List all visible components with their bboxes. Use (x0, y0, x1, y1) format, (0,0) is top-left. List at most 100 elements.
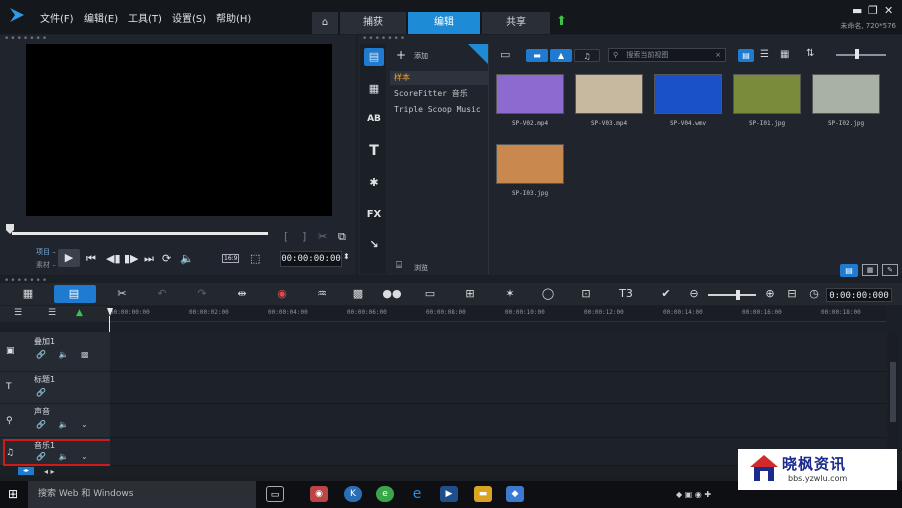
filter-fx-icon[interactable]: FX (364, 206, 384, 224)
pan-zoom-icon[interactable]: ⊡ (576, 287, 596, 300)
mask-creator-icon[interactable]: ◯ (538, 287, 558, 300)
title-track-area[interactable] (110, 372, 886, 404)
transition-icon[interactable]: AB (364, 110, 384, 128)
link-icon[interactable]: 🔗 (36, 420, 46, 429)
smart-proxy-icon[interactable]: ✔ (656, 287, 676, 300)
overlay-track-area[interactable] (110, 332, 886, 372)
timecode-stepper[interactable]: ⬍ (343, 252, 350, 261)
3d-title-icon[interactable]: T3 (616, 287, 636, 300)
upload-arrow-icon[interactable]: ⬆ (556, 14, 567, 29)
video-studio-icon[interactable]: ▶ (440, 486, 458, 502)
undo-icon[interactable]: ↶ (152, 287, 172, 300)
taskbar-search[interactable]: 搜索 Web 和 Windows (28, 481, 256, 508)
track-manager-icon[interactable]: ☰ (14, 308, 22, 318)
scroll-arrows-icon[interactable]: ◂ ▸ (44, 467, 55, 476)
next-frame-icon[interactable]: ▮▶ (124, 252, 139, 265)
home-start-icon[interactable]: ⏮ (86, 252, 96, 266)
link-icon[interactable]: 🔗 (36, 388, 46, 397)
show-audio-toggle[interactable]: ♫ (574, 49, 600, 62)
zoom-in-icon[interactable]: ⊕ (760, 287, 780, 300)
grid-view-icon[interactable]: ▦ (780, 49, 789, 60)
add-folder-label[interactable]: 添加 (414, 51, 428, 61)
timeline-timecode[interactable]: 0:00:00:000 (826, 288, 892, 302)
split-clip-icon[interactable]: ✂ (318, 230, 327, 243)
time-ruler[interactable]: 00:00:00:00 00:00:02:00 00:00:04:00 00:00:0… (110, 306, 886, 322)
voice-track-area[interactable] (110, 404, 886, 438)
enlarge-preview-icon[interactable]: ⧉ (338, 230, 346, 244)
menu-file[interactable]: 文件(F) (40, 10, 74, 25)
browse-icon[interactable]: ⌸ (396, 260, 402, 271)
multi-camera-icon[interactable]: ⊞ (460, 287, 480, 300)
title-icon[interactable]: T (364, 142, 384, 160)
list-view-icon[interactable]: ☰ (760, 49, 769, 60)
preview-timecode[interactable]: 00:00:00:00 (280, 251, 342, 267)
media-thumbnail[interactable]: SP-I03.jpg (492, 142, 568, 210)
file-explorer-icon[interactable]: ▬ (474, 486, 492, 502)
zoom-slider[interactable] (708, 294, 756, 296)
sound-mixer-icon[interactable]: ♒ (312, 287, 332, 300)
repeat-icon[interactable]: ⟳ (162, 252, 171, 265)
play-button[interactable]: ▶ (58, 249, 80, 267)
storyboard-view-icon[interactable]: ▦ (18, 287, 38, 300)
prev-frame-icon[interactable]: ◀▮ (106, 252, 121, 265)
browse-label[interactable]: 浏览 (414, 263, 428, 273)
media-thumbnail[interactable]: SP-V03.mp4 (571, 72, 647, 140)
show-photo-toggle[interactable]: ▲ (550, 49, 572, 62)
app-icon[interactable]: ◆ (506, 486, 524, 502)
zoom-handle[interactable] (736, 290, 740, 300)
scrollbar-thumb[interactable] (890, 362, 896, 422)
resize-icon[interactable]: ⬚ (250, 252, 260, 265)
media-library-icon[interactable]: ▤ (364, 48, 384, 66)
link-icon[interactable]: 🔗 (36, 350, 46, 359)
grid-icon[interactable]: ▩ (81, 350, 89, 359)
menu-help[interactable]: 帮助(H) (216, 10, 251, 25)
add-marker-icon[interactable]: ▲ (76, 308, 83, 318)
minimize-button[interactable]: ▬ (852, 4, 862, 17)
path-motion-icon[interactable]: ↘ (364, 236, 384, 254)
app-icon[interactable]: ◉ (310, 486, 328, 502)
folder-scorefitter[interactable]: ScoreFitter 音乐 (390, 87, 488, 101)
chapter-menu-icon[interactable]: ☰ (48, 308, 56, 318)
task-view-icon[interactable]: ▭ (266, 486, 284, 502)
options-panel-icon[interactable]: ▦ (862, 264, 878, 276)
redo-icon[interactable]: ↷ (192, 287, 212, 300)
thumbnail-size-handle[interactable] (855, 49, 859, 59)
clear-search-icon[interactable]: × (715, 49, 721, 61)
browser-icon[interactable]: e (376, 486, 394, 502)
media-thumbnail[interactable]: SP-V04.wmv (650, 72, 726, 140)
show-video-toggle[interactable]: ▬ (526, 49, 548, 62)
project-mode-label[interactable]: 项目 – (36, 247, 56, 257)
import-folder-icon[interactable]: ▭ (500, 48, 510, 61)
add-folder-icon[interactable]: + (396, 48, 406, 62)
menu-edit[interactable]: 编辑(E) (84, 10, 118, 25)
fit-to-width-icon[interactable]: ⇹ (232, 287, 252, 300)
auto-music-icon[interactable]: ▩ (348, 287, 368, 300)
close-button[interactable]: ✕ (884, 4, 893, 17)
tab-capture[interactable]: 捕获 (340, 12, 406, 34)
clip-mode-label[interactable]: 素材 – (36, 260, 56, 270)
graphic-icon[interactable]: ✱ (364, 174, 384, 192)
record-capture-icon[interactable]: ◉ (272, 287, 292, 300)
thumbnail-view-icon[interactable]: ▤ (738, 49, 754, 62)
media-thumbnail[interactable]: SP-V02.mp4 (492, 72, 568, 140)
mark-in-icon[interactable]: [ (284, 230, 288, 243)
tray-icons[interactable]: ◆ ▣ ◉ ✚ (676, 490, 711, 499)
edge-icon[interactable]: e (408, 486, 426, 502)
library-panel-toggle-icon[interactable]: ▤ (840, 264, 858, 277)
mark-out-icon[interactable]: ] (302, 230, 306, 243)
k-app-icon[interactable]: K (344, 486, 362, 502)
tab-edit[interactable]: 编辑 (408, 12, 480, 34)
media-thumbnail[interactable]: SP-I01.jpg (729, 72, 805, 140)
time-remapping-icon[interactable]: ✶ (500, 287, 520, 300)
scroll-left-icon[interactable]: ◂▸ (18, 467, 34, 475)
tab-share[interactable]: 共享 (482, 12, 550, 34)
instant-project-icon[interactable]: ▦ (364, 80, 384, 98)
search-field[interactable]: ⚲ 搜索当前视图 × (608, 48, 726, 62)
panel-grip[interactable]: ••••••• (4, 35, 48, 44)
motion-tracking-icon[interactable]: ●● (382, 287, 402, 300)
tools-icon[interactable]: ✂ (112, 287, 132, 300)
tab-home[interactable]: ⌂ (312, 12, 338, 34)
vertical-scrollbar[interactable] (888, 332, 898, 466)
folder-triple-scoop[interactable]: Triple Scoop Music (390, 103, 488, 117)
restore-button[interactable]: ❐ (868, 4, 878, 17)
